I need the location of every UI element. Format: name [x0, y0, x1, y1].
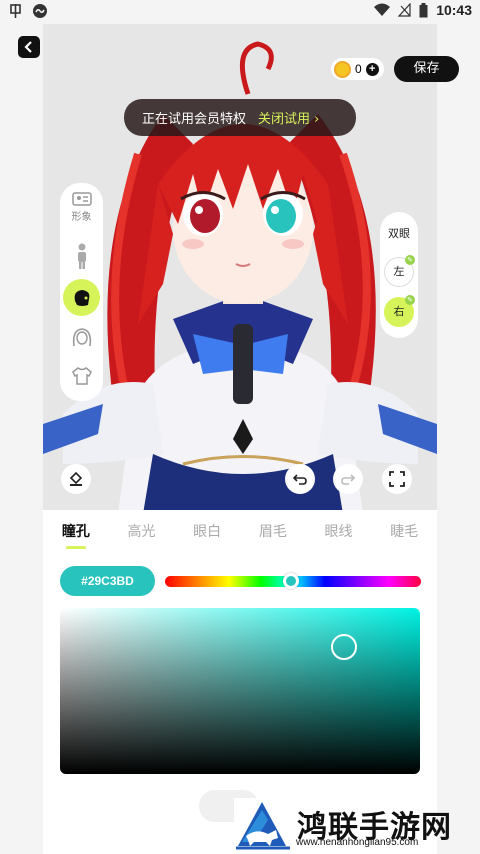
person-icon	[77, 243, 86, 269]
pencil-icon: ✎	[405, 255, 415, 265]
category-hair[interactable]	[60, 326, 103, 348]
trial-banner: 正在试用会员特权 关闭试用 ›	[124, 99, 356, 136]
app-screen: 10:43 0 + 保存 正在试用会员特权 关闭试用 › 形象 双眼 左 ✎ 右…	[0, 0, 480, 854]
tab-eye-white[interactable]: 眼白	[174, 510, 240, 554]
category-shape[interactable]: 形象	[60, 191, 103, 223]
left-eye-button[interactable]: 左 ✎	[384, 255, 415, 287]
face-icon	[74, 290, 89, 306]
both-eyes-option[interactable]: 双眼	[380, 225, 418, 241]
feature-tabs: 瞳孔 高光 眼白 眉毛 眼线 睫毛	[43, 510, 437, 554]
tab-pupil[interactable]: 瞳孔	[43, 510, 109, 554]
hue-slider-handle[interactable]	[283, 573, 299, 589]
close-trial-link[interactable]: 关闭试用 ›	[258, 108, 319, 127]
profile-card-icon	[71, 192, 92, 206]
battery-icon	[419, 2, 428, 17]
status-bar: 10:43	[0, 0, 480, 24]
chevron-left-icon	[24, 41, 32, 53]
category-body[interactable]	[60, 243, 103, 269]
redo-icon	[341, 474, 356, 485]
clock: 10:43	[436, 2, 472, 18]
paint-bucket-icon	[69, 471, 83, 486]
shirt-icon	[71, 367, 92, 385]
close-trial-label: 关闭试用	[258, 112, 311, 127]
signal-off-icon	[398, 3, 411, 17]
hex-color-field[interactable]: #29C3BD	[60, 566, 155, 596]
trial-message: 正在试用会员特权	[142, 112, 247, 127]
tab-eyeliner[interactable]: 眼线	[306, 510, 372, 554]
coin-icon	[334, 60, 351, 78]
color-picker-handle[interactable]	[331, 634, 357, 660]
undo-button[interactable]	[285, 464, 315, 494]
chevron-right-icon: ›	[314, 112, 320, 127]
hue-slider[interactable]	[165, 573, 421, 589]
watermark: 鸿联手游网 www.henanhonglian95.com	[232, 796, 480, 854]
tab-eyebrow[interactable]: 眉毛	[240, 510, 306, 554]
left-eye-label: 左	[393, 265, 405, 278]
category-toolbar: 形象	[60, 183, 103, 401]
coin-count: 0	[355, 62, 362, 76]
pencil-icon: ✎	[405, 295, 415, 305]
saturation-brightness-picker[interactable]	[60, 608, 420, 774]
hair-icon	[72, 328, 91, 347]
back-button[interactable]	[18, 36, 40, 58]
save-button[interactable]: 保存	[394, 56, 459, 82]
undo-icon	[292, 474, 307, 485]
category-shape-label: 形象	[71, 212, 92, 223]
wifi-icon	[374, 3, 391, 16]
tab-highlight[interactable]: 高光	[109, 510, 175, 554]
app-icon-1	[10, 4, 21, 18]
category-clothes[interactable]	[60, 366, 103, 386]
fullscreen-button[interactable]	[382, 464, 412, 494]
app-icon-2	[33, 4, 47, 18]
watermark-logo	[234, 798, 292, 852]
watermark-url: www.henanhonglian95.com	[296, 837, 419, 848]
add-coins-icon[interactable]: +	[365, 62, 379, 76]
eye-selector: 双眼 左 ✎ 右 ✎	[380, 212, 418, 338]
right-eye-button[interactable]: 右 ✎	[384, 295, 415, 327]
tab-eyelash[interactable]: 睫毛	[371, 510, 437, 554]
coin-balance[interactable]: 0 +	[331, 58, 384, 80]
background-fill-button[interactable]	[61, 464, 91, 494]
category-face[interactable]	[60, 287, 103, 309]
redo-button[interactable]	[333, 464, 363, 494]
fullscreen-icon	[389, 471, 405, 487]
right-eye-label: 右	[393, 305, 405, 318]
